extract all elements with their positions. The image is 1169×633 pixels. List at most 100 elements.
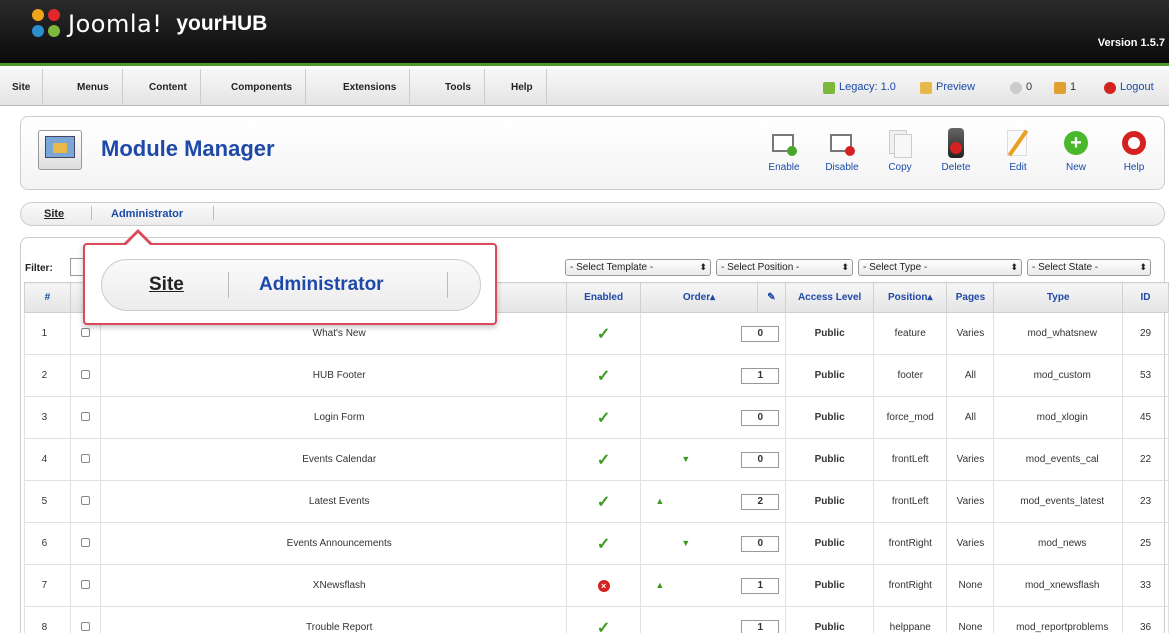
- access-level-link[interactable]: Public: [785, 564, 875, 607]
- order-input[interactable]: 1: [741, 620, 780, 633]
- state-select[interactable]: - Select State - ⬍: [1027, 259, 1151, 276]
- row-checkbox-cell[interactable]: [69, 438, 101, 481]
- row-checkbox[interactable]: [80, 453, 90, 463]
- order-input[interactable]: 0: [741, 536, 780, 552]
- edit-button[interactable]: Edit: [994, 128, 1042, 180]
- access-level-link[interactable]: Public: [785, 438, 875, 481]
- access-level-link[interactable]: Public: [785, 480, 875, 523]
- callout-administrator[interactable]: Administrator: [259, 274, 384, 296]
- callout-divider: [228, 272, 229, 298]
- site-name: yourHUB: [176, 12, 268, 35]
- checkmark-icon[interactable]: ✓: [597, 452, 610, 469]
- disabled-x-icon[interactable]: ×: [597, 579, 610, 592]
- copy-button[interactable]: Copy: [876, 128, 924, 180]
- order-input[interactable]: 0: [741, 410, 780, 426]
- header-save-order[interactable]: ✎: [756, 282, 787, 313]
- order-input[interactable]: 2: [741, 494, 780, 510]
- module-name-link[interactable]: Trouble Report: [99, 606, 567, 633]
- users-status[interactable]: 1: [1054, 69, 1076, 106]
- new-button[interactable]: + New: [1052, 128, 1100, 180]
- order-input[interactable]: 0: [741, 326, 780, 342]
- menu-help[interactable]: Help: [498, 69, 547, 106]
- header-type[interactable]: Type: [993, 282, 1123, 313]
- header-id[interactable]: ID: [1122, 282, 1169, 313]
- enabled-cell[interactable]: ✓: [565, 354, 642, 397]
- checkmark-icon[interactable]: ✓: [597, 368, 610, 385]
- access-level-link[interactable]: Public: [785, 606, 875, 633]
- row-checkbox[interactable]: [80, 369, 90, 379]
- page-title: Module Manager: [101, 136, 275, 161]
- module-name-link[interactable]: Login Form: [99, 396, 567, 439]
- enabled-cell[interactable]: ✓: [565, 312, 642, 355]
- row-checkbox[interactable]: [80, 537, 90, 547]
- messages-status[interactable]: 0: [1010, 69, 1032, 106]
- module-name-link[interactable]: Latest Events: [99, 480, 567, 523]
- row-checkbox[interactable]: [80, 579, 90, 589]
- enabled-cell[interactable]: ✓: [565, 438, 642, 481]
- menu-menus[interactable]: Menus: [64, 69, 123, 106]
- enable-button[interactable]: Enable: [760, 128, 808, 180]
- checkmark-icon[interactable]: ✓: [597, 410, 610, 427]
- row-checkbox[interactable]: [80, 411, 90, 421]
- order-input[interactable]: 0: [741, 452, 780, 468]
- header-enabled[interactable]: Enabled: [565, 282, 642, 313]
- order-input[interactable]: 1: [741, 578, 780, 594]
- row-checkbox-cell[interactable]: [69, 606, 101, 633]
- logout-link[interactable]: Logout: [1104, 69, 1154, 106]
- row-checkbox-cell[interactable]: [69, 396, 101, 439]
- order-up-icon[interactable]: ▲: [655, 580, 664, 590]
- order-down-icon[interactable]: ▼: [681, 454, 690, 464]
- header-order[interactable]: Order▴: [640, 282, 758, 313]
- module-name-link[interactable]: HUB Footer: [99, 354, 567, 397]
- legacy-status[interactable]: Legacy: 1.0: [823, 69, 896, 106]
- module-name-link[interactable]: Events Announcements: [99, 522, 567, 565]
- access-level-link[interactable]: Public: [785, 396, 875, 439]
- submenu-administrator[interactable]: Administrator: [111, 208, 183, 220]
- enabled-cell[interactable]: ✓: [565, 480, 642, 523]
- order-input[interactable]: 1: [741, 368, 780, 384]
- header-position[interactable]: Position▴: [873, 282, 948, 313]
- header-pages[interactable]: Pages: [946, 282, 995, 313]
- enabled-cell[interactable]: ×: [565, 564, 642, 607]
- menu-tools[interactable]: Tools: [432, 69, 485, 106]
- access-level-link[interactable]: Public: [785, 312, 875, 355]
- type-select[interactable]: - Select Type - ⬍: [858, 259, 1022, 276]
- order-up-icon[interactable]: ▲: [655, 496, 664, 506]
- access-level-link[interactable]: Public: [785, 522, 875, 565]
- disable-button[interactable]: Disable: [818, 128, 866, 180]
- help-button[interactable]: Help: [1110, 128, 1158, 180]
- row-checkbox[interactable]: [80, 327, 90, 337]
- order-cell: ▲ 1: [640, 564, 787, 607]
- access-level-link[interactable]: Public: [785, 354, 875, 397]
- module-name-link[interactable]: XNewsflash: [99, 564, 567, 607]
- menu-extensions[interactable]: Extensions: [330, 69, 411, 106]
- menu-site[interactable]: Site: [0, 69, 44, 106]
- submenu-site[interactable]: Site: [44, 208, 64, 220]
- module-name-link[interactable]: Events Calendar: [99, 438, 567, 481]
- template-select[interactable]: - Select Template - ⬍: [565, 259, 711, 276]
- row-number: 1: [24, 312, 71, 355]
- row-checkbox-cell[interactable]: [69, 480, 101, 523]
- header-access[interactable]: Access Level: [785, 282, 875, 313]
- row-checkbox-cell[interactable]: [69, 522, 101, 565]
- row-checkbox-cell[interactable]: [69, 564, 101, 607]
- row-number: 3: [24, 396, 71, 439]
- checkmark-icon[interactable]: ✓: [597, 620, 610, 633]
- callout-site[interactable]: Site: [149, 274, 184, 296]
- enabled-cell[interactable]: ✓: [565, 522, 642, 565]
- checkmark-icon[interactable]: ✓: [597, 326, 610, 343]
- delete-button[interactable]: Delete: [932, 128, 980, 180]
- menu-content[interactable]: Content: [136, 69, 201, 106]
- row-checkbox-cell[interactable]: [69, 354, 101, 397]
- enabled-cell[interactable]: ✓: [565, 606, 642, 633]
- order-down-icon[interactable]: ▼: [681, 538, 690, 548]
- menu-components[interactable]: Components: [218, 69, 307, 106]
- pages-cell: Varies: [946, 312, 995, 355]
- enabled-cell[interactable]: ✓: [565, 396, 642, 439]
- row-checkbox[interactable]: [80, 621, 90, 631]
- checkmark-icon[interactable]: ✓: [597, 494, 610, 511]
- preview-link[interactable]: Preview: [920, 69, 975, 106]
- checkmark-icon[interactable]: ✓: [597, 536, 610, 553]
- position-select[interactable]: - Select Position - ⬍: [716, 259, 853, 276]
- row-checkbox[interactable]: [80, 495, 90, 505]
